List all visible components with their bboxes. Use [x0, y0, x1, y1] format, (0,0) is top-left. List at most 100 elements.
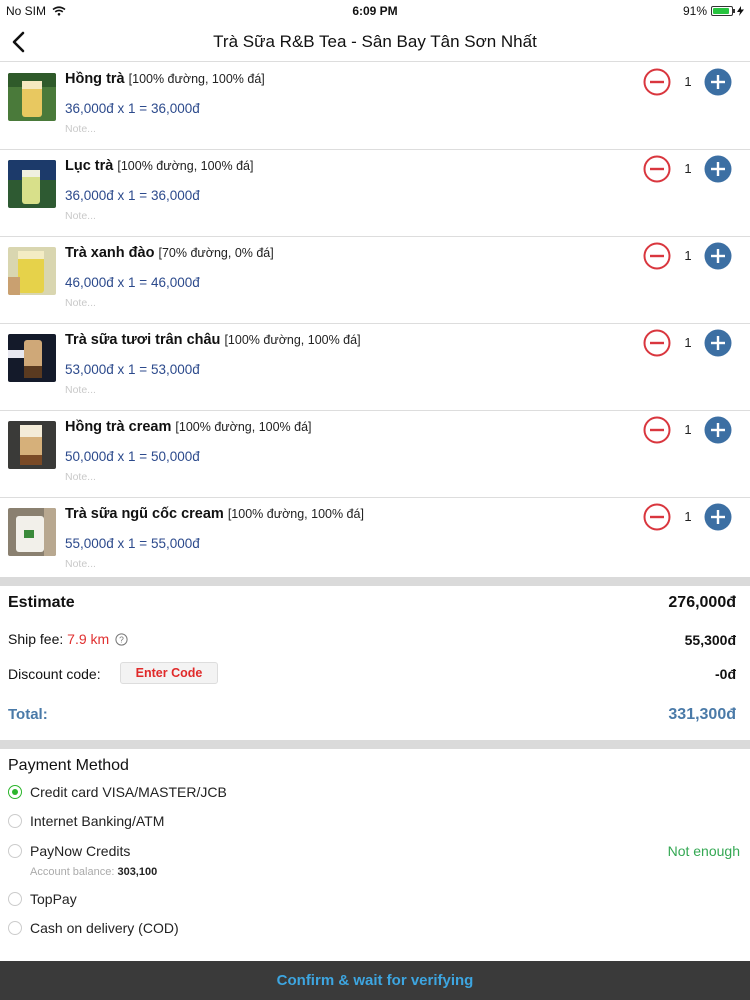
item-quantity: 1 — [684, 248, 692, 263]
item-quantity: 1 — [684, 335, 692, 350]
item-quantity: 1 — [684, 509, 692, 524]
item-price: 36,000đ x 1 = 36,000đ — [65, 188, 200, 203]
ship-fee-value: 55,300đ — [684, 632, 736, 648]
item-options: [100% đường, 100% đá] — [117, 159, 254, 173]
status-time: 6:09 PM — [352, 4, 398, 18]
item-name-line: Trà sữa ngũ cốc cream [100% đường, 100% … — [65, 506, 364, 522]
minus-icon[interactable] — [643, 68, 671, 96]
item-options: [100% đường, 100% đá] — [227, 507, 364, 521]
plus-icon[interactable] — [704, 329, 732, 357]
ship-fee-row: Ship fee: 7.9 km ? — [8, 631, 128, 647]
item-quantity: 1 — [684, 422, 692, 437]
battery-fill — [713, 8, 730, 14]
discount-value: -0đ — [715, 666, 736, 682]
cart-item: Lục trà [100% đường, 100% đá] 36,000đ x … — [0, 150, 750, 237]
payment-radio-toppay[interactable] — [8, 892, 22, 906]
minus-icon[interactable] — [643, 329, 671, 357]
product-image — [8, 160, 56, 208]
enter-code-button[interactable]: Enter Code — [120, 662, 218, 684]
minus-icon[interactable] — [643, 416, 671, 444]
item-name-line: Trà sữa tươi trân châu [100% đường, 100%… — [65, 332, 361, 348]
item-name: Lục trà — [65, 158, 114, 174]
product-image — [8, 334, 56, 382]
payment-radio-paynow[interactable] — [8, 844, 22, 858]
minus-icon[interactable] — [643, 242, 671, 270]
plus-icon[interactable] — [704, 68, 732, 96]
item-options: [70% đường, 0% đá] — [158, 246, 274, 260]
payment-option-toppay[interactable]: TopPay — [30, 891, 77, 907]
account-balance: Account balance: 303,100 — [30, 866, 157, 878]
plus-icon[interactable] — [704, 242, 732, 270]
battery-icon — [711, 6, 735, 16]
item-price: 50,000đ x 1 = 50,000đ — [65, 449, 200, 464]
section-divider — [0, 577, 750, 586]
total-label: Total: — [8, 706, 48, 723]
cart-item: Trà xanh đào [70% đường, 0% đá] 46,000đ … — [0, 237, 750, 324]
section-divider — [0, 740, 750, 749]
estimate-value: 276,000đ — [668, 594, 736, 611]
charging-icon — [737, 6, 744, 16]
ship-fee-label: Ship fee: — [8, 631, 64, 647]
payment-method-title: Payment Method — [8, 757, 129, 774]
cart-item: Hồng trà [100% đường, 100% đá] 36,000đ x… — [0, 63, 750, 150]
page-title: Trà Sữa R&B Tea - Sân Bay Tân Sơn Nhất — [213, 32, 537, 51]
item-price: 46,000đ x 1 = 46,000đ — [65, 275, 200, 290]
item-name-line: Lục trà [100% đường, 100% đá] — [65, 158, 253, 174]
cart-item: Trà sữa tươi trân châu [100% đường, 100%… — [0, 324, 750, 411]
status-bar: No SIM 6:09 PM 91% — [0, 0, 750, 22]
item-price: 53,000đ x 1 = 53,000đ — [65, 362, 200, 377]
item-note-input[interactable]: Note... — [65, 210, 96, 222]
plus-icon[interactable] — [704, 155, 732, 183]
payment-radio-credit-card[interactable] — [8, 785, 22, 799]
battery-percent: 91% — [682, 4, 707, 18]
help-icon[interactable]: ? — [115, 633, 128, 646]
item-name: Trà sữa ngũ cốc cream — [65, 506, 224, 522]
item-name: Trà sữa tươi trân châu — [65, 332, 221, 348]
estimate-label: Estimate — [8, 594, 75, 611]
paynow-status: Not enough — [667, 843, 740, 859]
item-note-input[interactable]: Note... — [65, 471, 96, 483]
item-name: Hồng trà — [65, 71, 125, 87]
confirm-button[interactable]: Confirm & wait for verifying — [0, 961, 750, 1000]
item-price: 55,000đ x 1 = 55,000đ — [65, 536, 200, 551]
item-name-line: Trà xanh đào [70% đường, 0% đá] — [65, 245, 274, 261]
product-image — [8, 247, 56, 295]
nav-bar: Trà Sữa R&B Tea - Sân Bay Tân Sơn Nhất — [0, 22, 750, 62]
item-options: [100% đường, 100% đá] — [175, 420, 312, 434]
balance-label: Account balance: — [30, 866, 115, 878]
status-right: 91% — [683, 4, 744, 18]
item-name: Trà xanh đào — [65, 245, 155, 261]
item-note-input[interactable]: Note... — [65, 384, 96, 396]
item-note-input[interactable]: Note... — [65, 123, 96, 135]
item-name: Hồng trà cream — [65, 419, 172, 435]
cart-item: Trà sữa ngũ cốc cream [100% đường, 100% … — [0, 498, 750, 585]
balance-value: 303,100 — [117, 866, 158, 878]
payment-option-paynow[interactable]: PayNow Credits — [30, 843, 130, 859]
product-image — [8, 73, 56, 121]
discount-label: Discount code: — [8, 666, 101, 682]
product-image — [8, 421, 56, 469]
item-options: [100% đường, 100% đá] — [128, 72, 265, 86]
plus-icon[interactable] — [704, 503, 732, 531]
item-note-input[interactable]: Note... — [65, 558, 96, 570]
plus-icon[interactable] — [704, 416, 732, 444]
item-quantity: 1 — [684, 74, 692, 89]
payment-option-internet-banking[interactable]: Internet Banking/ATM — [30, 813, 164, 829]
item-options: [100% đường, 100% đá] — [224, 333, 361, 347]
cart-item: Hồng trà cream [100% đường, 100% đá] 50,… — [0, 411, 750, 498]
item-price: 36,000đ x 1 = 36,000đ — [65, 101, 200, 116]
payment-radio-internet-banking[interactable] — [8, 814, 22, 828]
payment-option-credit-card[interactable]: Credit card VISA/MASTER/JCB — [30, 784, 227, 800]
payment-radio-cod[interactable] — [8, 921, 22, 935]
svg-text:?: ? — [119, 635, 124, 645]
total-value: 331,300đ — [668, 706, 736, 723]
ship-distance: 7.9 km — [67, 631, 110, 647]
item-quantity: 1 — [684, 161, 692, 176]
item-name-line: Hồng trà [100% đường, 100% đá] — [65, 71, 265, 87]
item-name-line: Hồng trà cream [100% đường, 100% đá] — [65, 419, 312, 435]
product-image — [8, 508, 56, 556]
minus-icon[interactable] — [643, 155, 671, 183]
minus-icon[interactable] — [643, 503, 671, 531]
item-note-input[interactable]: Note... — [65, 297, 96, 309]
payment-option-cod[interactable]: Cash on delivery (COD) — [30, 920, 179, 936]
